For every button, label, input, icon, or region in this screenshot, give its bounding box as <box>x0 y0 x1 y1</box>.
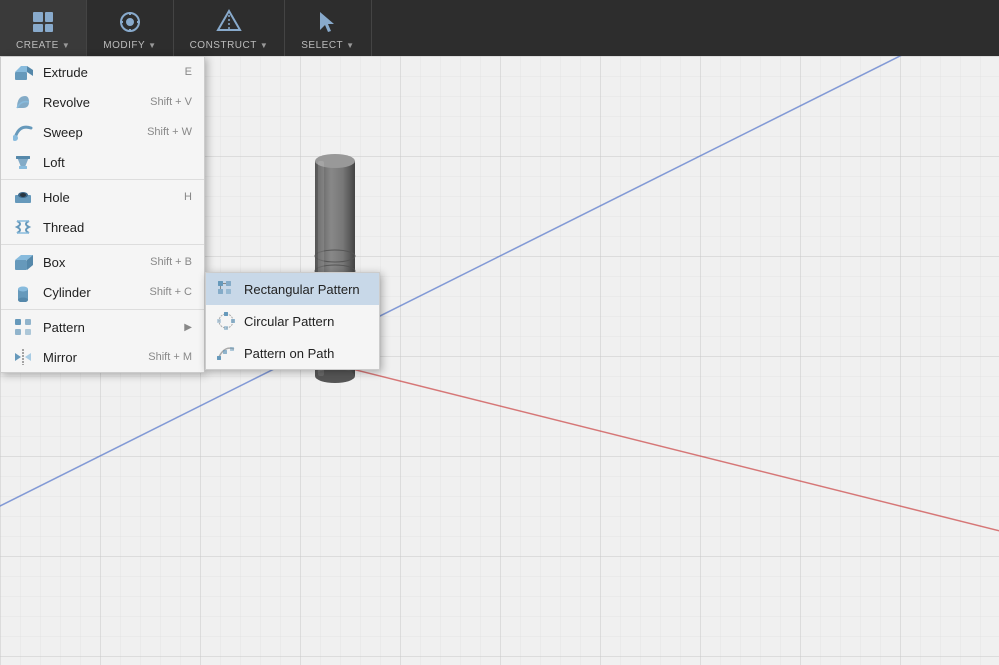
toolbar-btn-construct[interactable]: CONSTRUCT ▼ <box>174 0 286 56</box>
extrude-icon <box>13 62 33 82</box>
create-label: CREATE ▼ <box>16 40 70 51</box>
path-pattern-label: Pattern on Path <box>244 346 369 361</box>
modify-dropdown-arrow: ▼ <box>148 41 156 50</box>
cylinder-icon <box>13 282 33 302</box>
construct-icon <box>213 6 245 38</box>
loft-label: Loft <box>43 155 182 170</box>
toolbar: CREATE ▼ MODIFY ▼ CONS <box>0 0 999 56</box>
construct-label: CONSTRUCT ▼ <box>190 40 269 51</box>
menu-item-sweep[interactable]: Sweep Shift + W <box>1 117 204 147</box>
menu-separator-1 <box>1 179 204 180</box>
menu-item-extrude[interactable]: Extrude E <box>1 57 204 87</box>
mirror-shortcut: Shift + M <box>148 351 192 363</box>
pattern-icon <box>13 317 33 337</box>
revolve-shortcut: Shift + V <box>150 96 192 108</box>
menu-item-box[interactable]: Box Shift + B <box>1 247 204 277</box>
cylinder-shortcut: Shift + C <box>150 286 193 298</box>
menu-item-mirror[interactable]: Mirror Shift + M <box>1 342 204 372</box>
rect-pattern-label: Rectangular Pattern <box>244 282 369 297</box>
sweep-icon <box>13 122 33 142</box>
box-shortcut: Shift + B <box>150 256 192 268</box>
modify-label: MODIFY ▼ <box>103 40 156 51</box>
sweep-shortcut: Shift + W <box>147 126 192 138</box>
toolbar-btn-create[interactable]: CREATE ▼ <box>0 0 87 56</box>
menu-item-revolve[interactable]: Revolve Shift + V <box>1 87 204 117</box>
pattern-arrow: ▶ <box>184 322 192 333</box>
path-pattern-icon <box>216 343 236 363</box>
circ-pattern-icon <box>216 311 236 331</box>
cylinder-label: Cylinder <box>43 285 140 300</box>
box-label: Box <box>43 255 140 270</box>
select-label: SELECT ▼ <box>301 40 354 51</box>
modify-icon <box>114 6 146 38</box>
menu-separator-3 <box>1 309 204 310</box>
create-dropdown-arrow: ▼ <box>62 41 70 50</box>
submenu-item-rect-pattern[interactable]: Rectangular Pattern <box>206 273 379 305</box>
menu-item-loft[interactable]: Loft <box>1 147 204 177</box>
toolbar-btn-modify[interactable]: MODIFY ▼ <box>87 0 173 56</box>
menu-item-hole[interactable]: Hole H <box>1 182 204 212</box>
select-dropdown-arrow: ▼ <box>346 41 354 50</box>
menu-separator-2 <box>1 244 204 245</box>
extrude-shortcut: E <box>185 66 192 78</box>
menu-item-thread[interactable]: Thread <box>1 212 204 242</box>
submenu-item-path-pattern[interactable]: Pattern on Path <box>206 337 379 369</box>
thread-label: Thread <box>43 220 182 235</box>
circ-pattern-label: Circular Pattern <box>244 314 369 329</box>
hole-shortcut: H <box>184 191 192 203</box>
pattern-label: Pattern <box>43 320 174 335</box>
rect-pattern-icon <box>216 279 236 299</box>
menu-item-cylinder[interactable]: Cylinder Shift + C <box>1 277 204 307</box>
submenu-item-circ-pattern[interactable]: Circular Pattern <box>206 305 379 337</box>
hole-icon <box>13 187 33 207</box>
revolve-label: Revolve <box>43 95 140 110</box>
pattern-submenu: Rectangular Pattern Circular Pattern Pat… <box>205 272 380 370</box>
select-icon <box>312 6 344 38</box>
construct-dropdown-arrow: ▼ <box>260 41 268 50</box>
hole-label: Hole <box>43 190 174 205</box>
extrude-label: Extrude <box>43 65 175 80</box>
sweep-label: Sweep <box>43 125 137 140</box>
toolbar-btn-select[interactable]: SELECT ▼ <box>285 0 371 56</box>
mirror-label: Mirror <box>43 350 138 365</box>
revolve-icon <box>13 92 33 112</box>
menu-item-pattern[interactable]: Pattern ▶ <box>1 312 204 342</box>
thread-icon <box>13 217 33 237</box>
create-menu: Extrude E Revolve Shift + V Sweep Shift … <box>0 56 205 373</box>
box-icon <box>13 252 33 272</box>
create-icon <box>27 6 59 38</box>
mirror-icon <box>13 347 33 367</box>
loft-icon <box>13 152 33 172</box>
